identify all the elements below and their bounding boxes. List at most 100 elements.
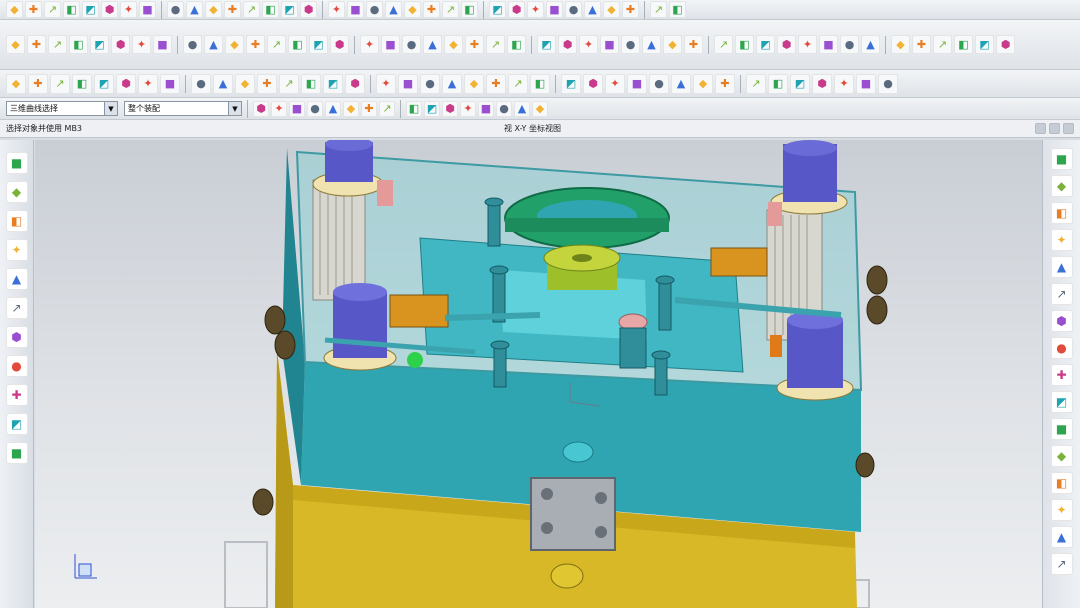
weight-icon[interactable]: ▲	[671, 73, 691, 94]
existing-point-icon[interactable]: ■	[478, 100, 494, 117]
datum-plane-icon[interactable]: ◆	[444, 35, 463, 54]
workpiece-tool-icon[interactable]: ✦	[1050, 229, 1073, 251]
redo-icon[interactable]: ●	[167, 1, 184, 18]
light-icon[interactable]: ↗	[746, 73, 766, 94]
end-snap-icon[interactable]: ↗	[379, 100, 395, 117]
mold-tools-icon[interactable]: ⬢	[1050, 310, 1073, 332]
groove-icon[interactable]: ▲	[584, 1, 601, 18]
shade-icon[interactable]: ■	[347, 1, 364, 18]
tooling-icon[interactable]: ✚	[486, 73, 506, 94]
mold-csys-tool-icon[interactable]: ◆	[1050, 175, 1073, 197]
sketch-icon[interactable]: ✚	[423, 1, 440, 18]
unite-icon[interactable]: ■	[819, 35, 838, 54]
copy-object-icon[interactable]: ⬢	[330, 35, 349, 54]
hole-icon[interactable]: ◩	[489, 1, 506, 18]
mold-base-tool-icon[interactable]: ■	[1050, 418, 1073, 440]
box-select-icon[interactable]: ▲	[325, 100, 341, 117]
intersect-icon[interactable]: ▲	[861, 35, 880, 54]
shell-icon[interactable]: ↗	[650, 1, 667, 18]
pan-icon[interactable]: ◩	[281, 1, 298, 18]
analyze-icon[interactable]: ●	[402, 35, 421, 54]
patch-tool-icon[interactable]: ◩	[1050, 391, 1073, 413]
spline-icon[interactable]: ●	[183, 35, 202, 54]
part-navigator-icon[interactable]: ◆	[5, 181, 28, 203]
interference-icon[interactable]: ●	[649, 73, 669, 94]
reuse-library-icon[interactable]: ◧	[5, 210, 28, 232]
hide-icon[interactable]: ▲	[385, 1, 402, 18]
standard-tool-icon[interactable]: ◆	[1050, 445, 1073, 467]
sequence-icon[interactable]: ✦	[605, 73, 625, 94]
move-icon[interactable]: ◩	[309, 35, 328, 54]
delete-icon[interactable]: ▲	[186, 1, 203, 18]
cut-icon[interactable]: ◩	[82, 1, 99, 18]
move-face-icon[interactable]: ↗	[933, 35, 952, 54]
subtract-icon[interactable]: ●	[840, 35, 859, 54]
mirror-icon[interactable]: ↗	[267, 35, 286, 54]
print-icon[interactable]: ◧	[63, 1, 80, 18]
sub-insert-icon[interactable]: ✚	[257, 73, 277, 94]
layer-icon[interactable]: ✚	[224, 1, 241, 18]
drawing-icon[interactable]: ▲	[442, 73, 462, 94]
dimension-icon[interactable]: ◆	[663, 35, 682, 54]
component-icon[interactable]: ↗	[508, 73, 528, 94]
tag-icon[interactable]: ●	[621, 35, 640, 54]
mold-init-icon[interactable]: ■	[1050, 148, 1073, 170]
draft-icon[interactable]: ◧	[669, 1, 686, 18]
routing-icon[interactable]: ■	[856, 73, 876, 94]
lock-icon[interactable]: ✦	[579, 35, 598, 54]
web-browser-icon[interactable]: ✦	[5, 239, 28, 261]
close-icon[interactable]: ◩	[537, 35, 556, 54]
gate-tool-icon[interactable]: ▲	[1050, 526, 1073, 548]
runner-icon[interactable]: ◧	[301, 73, 321, 94]
mesh-icon[interactable]: ◧	[735, 35, 754, 54]
bom-icon[interactable]: ●	[420, 73, 440, 94]
surface-icon[interactable]: ↗	[714, 35, 733, 54]
split-body-icon[interactable]: ✦	[798, 35, 817, 54]
maximize-icon[interactable]	[1063, 123, 1074, 134]
delete-face-icon[interactable]: ◧	[954, 35, 973, 54]
mold-wizard-icon[interactable]: ◆	[6, 73, 26, 94]
init-project-icon[interactable]: ✚	[28, 73, 48, 94]
chevron-down-icon[interactable]: ▼	[104, 102, 117, 115]
ejector-pin-icon[interactable]: ▲	[213, 73, 233, 94]
unlock-icon[interactable]: ■	[600, 35, 619, 54]
view-manager-icon[interactable]: ◆	[464, 73, 484, 94]
lasso-icon[interactable]: ◆	[343, 100, 359, 117]
system-scenes-icon[interactable]: ◩	[5, 413, 28, 435]
pad-icon[interactable]: ■	[546, 1, 563, 18]
mechanism-icon[interactable]: ✦	[834, 73, 854, 94]
gate-icon[interactable]: ↗	[279, 73, 299, 94]
trim-mold-icon[interactable]: ✦	[376, 73, 396, 94]
graphics-window[interactable]	[35, 140, 1042, 608]
electrode-icon[interactable]: ⬢	[345, 73, 365, 94]
mold-assembly-model[interactable]	[35, 140, 1042, 608]
mold-base-icon[interactable]: ■	[160, 73, 180, 94]
rotate-icon[interactable]: ⬢	[300, 1, 317, 18]
quadrant-snap-icon[interactable]: ⬢	[442, 100, 458, 117]
copy-icon[interactable]: ⬢	[101, 1, 118, 18]
intersect-snap-icon[interactable]: ✦	[460, 100, 476, 117]
window-icon[interactable]: ⬢	[996, 35, 1015, 54]
slider-icon[interactable]: ◆	[235, 73, 255, 94]
animate-icon[interactable]: ◩	[790, 73, 810, 94]
workpiece-icon[interactable]: ◩	[94, 73, 114, 94]
exploded-icon[interactable]: ⬢	[583, 73, 603, 94]
pocket-mold-icon[interactable]: ■	[398, 73, 418, 94]
camera-icon[interactable]: ◧	[768, 73, 788, 94]
offset-face-icon[interactable]: ✚	[912, 35, 931, 54]
pattern-icon[interactable]: ◧	[288, 35, 307, 54]
arc-icon[interactable]: ↗	[48, 35, 67, 54]
render-icon[interactable]: ◆	[693, 73, 713, 94]
properties-icon[interactable]: ◆	[205, 1, 222, 18]
line-icon[interactable]: ✚	[27, 35, 46, 54]
extend-icon[interactable]: ✚	[246, 35, 265, 54]
view-icon[interactable]: ↗	[243, 1, 260, 18]
material-icon[interactable]: ✚	[715, 73, 735, 94]
roles-icon[interactable]: ✚	[5, 384, 28, 406]
circle-icon[interactable]: ◧	[69, 35, 88, 54]
align-icon[interactable]: ✦	[360, 35, 379, 54]
process-studio-icon[interactable]: ⬢	[5, 326, 28, 348]
zoom-icon[interactable]: ◧	[262, 1, 279, 18]
system-materials-icon[interactable]: ↗	[5, 297, 28, 319]
sub-insert-tool-icon[interactable]: ●	[1050, 337, 1073, 359]
